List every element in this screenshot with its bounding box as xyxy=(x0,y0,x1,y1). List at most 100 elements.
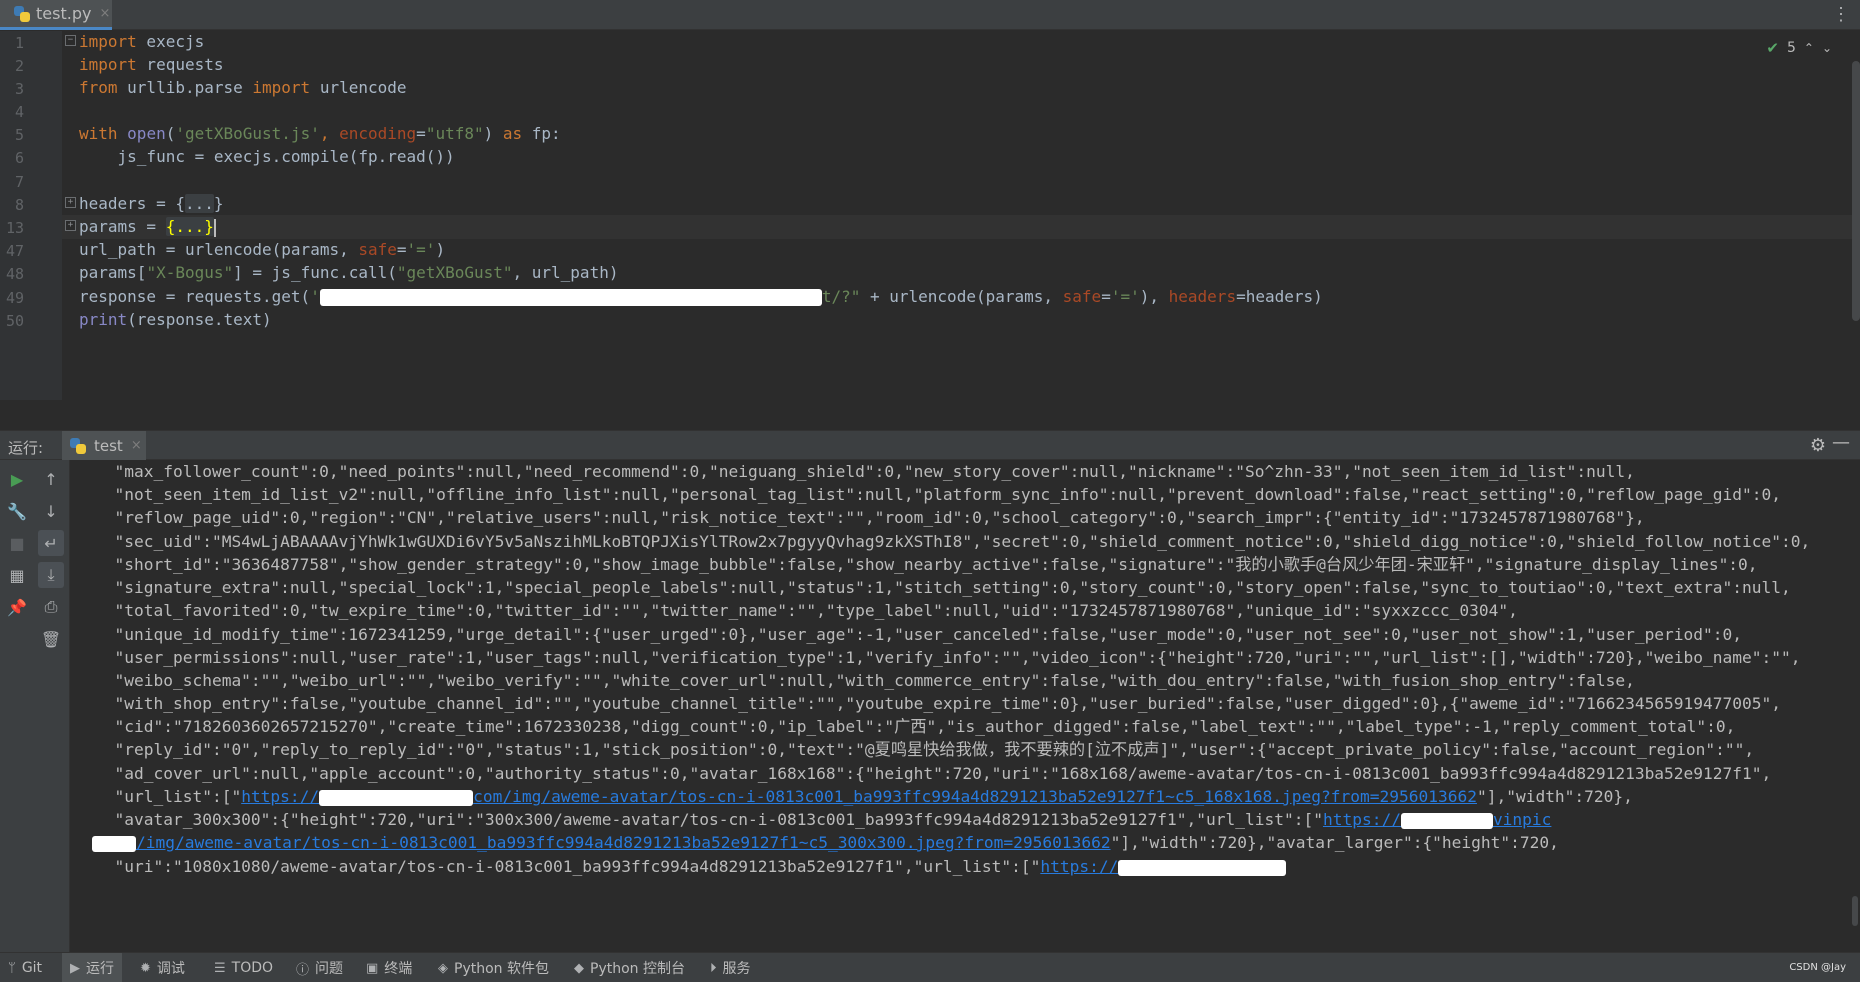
console-line: "sec_uid":"MS4wLjABAAAAvjYhWk1wGUXDi6vY5… xyxy=(95,532,1811,551)
folded-region[interactable]: {...} xyxy=(165,217,214,236)
gear-icon[interactable]: ⚙ xyxy=(1810,435,1826,456)
arrow-up-icon[interactable]: ↑ xyxy=(38,466,64,492)
fold-marker[interactable]: − xyxy=(65,35,76,46)
redacted-url xyxy=(92,835,136,852)
close-icon[interactable]: × xyxy=(99,6,110,21)
list-icon: ☰ xyxy=(214,960,226,976)
console-line: "url_list":["https://com/img/aweme-avata… xyxy=(95,787,1633,806)
stop-icon[interactable]: ■ xyxy=(4,530,30,556)
problems-tool-button[interactable]: ⓘ 问题 xyxy=(288,953,351,982)
console-link[interactable]: https:// xyxy=(241,787,319,806)
inspection-widget[interactable]: ✔ 5 ⌃ ⌄ xyxy=(1766,39,1832,57)
scroll-to-end-icon[interactable]: ⤓ xyxy=(38,562,64,588)
csdn-watermark: CSDN @Jay xyxy=(1789,962,1846,973)
line-number: 2 xyxy=(14,57,24,75)
current-line-highlight xyxy=(62,215,1860,239)
wrench-icon[interactable]: 🔧 xyxy=(4,498,30,524)
close-icon[interactable]: × xyxy=(131,438,142,453)
folded-region[interactable]: ... xyxy=(184,194,214,213)
code-editor[interactable]: 1 2 3 4 5 6 7 8 13 47 48 49 50 − + + imp… xyxy=(0,31,1860,400)
console-line: "reflow_page_uid":0,"region":"CN","relat… xyxy=(95,508,1645,527)
chevron-down-icon[interactable]: ⌄ xyxy=(1822,41,1832,55)
line-number: 13 xyxy=(5,219,24,237)
line-number: 3 xyxy=(14,80,24,98)
debug-tool-button[interactable]: ✹ 调试 xyxy=(132,953,193,982)
terminal-tool-button[interactable]: ▣ 终端 xyxy=(358,953,420,982)
pin-icon[interactable]: 📌 xyxy=(4,594,30,620)
print-icon[interactable]: ⎙ xyxy=(38,594,64,620)
python-file-icon xyxy=(14,5,30,22)
run-toolbar-primary: ▶ 🔧 ■ ▦ 📌 xyxy=(0,460,34,952)
code-line: params = {...} xyxy=(79,217,216,237)
more-vertical-icon[interactable]: ⋮ xyxy=(1832,4,1850,25)
line-number: 50 xyxy=(5,312,24,330)
console-line: "uri":"1080x1080/aweme-avatar/tos-cn-i-0… xyxy=(95,855,1287,878)
redacted-url xyxy=(1118,859,1287,876)
rerun-icon[interactable]: ▶ xyxy=(4,466,30,492)
console-line: "short_id":"3636487758","show_gender_str… xyxy=(95,555,1758,574)
line-number: 6 xyxy=(14,149,24,167)
python-run-icon xyxy=(70,437,86,454)
packages-tool-button[interactable]: ◈ Python 软件包 xyxy=(430,953,557,982)
info-icon: ⓘ xyxy=(296,962,310,978)
run-panel-header: 运行: test × ⚙ — xyxy=(0,430,1860,460)
line-number: 49 xyxy=(5,289,24,307)
console-link[interactable]: com/img/aweme-avatar/tos-cn-i-0813c001_b… xyxy=(473,787,1477,806)
line-number-gutter: 1 2 3 4 5 6 7 8 13 47 48 49 50 xyxy=(0,31,62,400)
bug-icon: ✹ xyxy=(140,960,151,976)
services-play-icon: ⏵ xyxy=(710,960,717,976)
run-panel-label: 运行: xyxy=(8,439,44,457)
console-line: "reply_id":"0","reply_to_reply_id":"0","… xyxy=(95,740,1755,759)
editor-scrollbar[interactable] xyxy=(1852,61,1860,321)
console-line: "avatar_300x300":{"height":720,"uri":"30… xyxy=(95,810,1552,829)
console-link[interactable]: https:// xyxy=(1040,857,1118,876)
git-tool-button[interactable]: ᛘ Git xyxy=(0,953,50,982)
terminal-icon: ▣ xyxy=(366,960,379,976)
line-number: 4 xyxy=(14,103,24,121)
console-line: "signature_extra":null,"special_lock":1,… xyxy=(95,578,1791,597)
console-link[interactable]: https:// xyxy=(1323,810,1401,829)
fold-marker[interactable]: + xyxy=(65,220,76,231)
code-line: from urllib.parse import urlencode xyxy=(79,78,407,97)
run-tool-button[interactable]: ▶ 运行 xyxy=(62,953,122,982)
run-toolbar-secondary: ↑ ↓ ↵ ⤓ ⎙ 🗑 xyxy=(34,460,70,952)
arrow-down-icon[interactable]: ↓ xyxy=(38,498,64,524)
redacted-url xyxy=(1400,812,1493,829)
run-console: ▶ 🔧 ■ ▦ 📌 ↑ ↓ ↵ ⤓ ⎙ 🗑 "max_follower_coun… xyxy=(0,460,1860,952)
run-tab-test[interactable]: test × xyxy=(62,431,146,460)
minimize-icon[interactable]: — xyxy=(1832,432,1850,453)
console-line: "user_permissions":null,"user_rate":1,"u… xyxy=(95,648,1801,667)
redacted-url xyxy=(319,289,822,306)
code-line: with open('getXBoGust.js', encoding="utf… xyxy=(79,124,561,143)
line-number: 7 xyxy=(14,173,24,191)
console-line: /img/aweme-avatar/tos-cn-i-0813c001_ba99… xyxy=(92,831,1559,854)
code-line: import requests xyxy=(79,55,224,74)
layers-icon: ◈ xyxy=(438,960,448,976)
inspection-count: 5 xyxy=(1786,40,1796,56)
console-line: "not_seen_item_id_list_v2":null,"offline… xyxy=(95,485,1782,504)
text-caret xyxy=(213,218,216,237)
console-scrollbar[interactable] xyxy=(1852,896,1858,926)
python-console-tool-button[interactable]: ◆ Python 控制台 xyxy=(566,953,693,982)
tool-window-bar: ᛘ Git ▶ 运行 ✹ 调试 ☰ TODO ⓘ 问题 ▣ 终端 ◈ Python 软件包 ◆… xyxy=(0,952,1860,982)
code-line: print(response.text) xyxy=(79,310,272,329)
code-line: response = requests.get(' t/?" + urlencod… xyxy=(79,287,1323,306)
editor-tab-test-py[interactable]: test.py × xyxy=(0,0,112,30)
console-line: "with_shop_entry":false,"youtube_channel… xyxy=(95,694,1782,713)
todo-tool-button[interactable]: ☰ TODO xyxy=(206,953,281,982)
trash-icon[interactable]: 🗑 xyxy=(38,626,64,652)
console-line: "total_favorited":0,"tw_expire_time":0,"… xyxy=(95,601,1518,620)
layout-icon[interactable]: ▦ xyxy=(4,562,30,588)
soft-wrap-icon[interactable]: ↵ xyxy=(38,530,64,556)
line-number: 8 xyxy=(14,196,24,214)
console-link[interactable]: vinpic xyxy=(1493,810,1551,829)
console-link[interactable]: /img/aweme-avatar/tos-cn-i-0813c001_ba99… xyxy=(136,833,1111,852)
fold-marker[interactable]: + xyxy=(65,197,76,208)
console-line: "ad_cover_url":null,"apple_account":0,"a… xyxy=(95,764,1772,783)
code-line: params["X-Bogus"] = js_func.call("getXBo… xyxy=(79,263,619,282)
line-number: 5 xyxy=(14,126,24,144)
services-tool-button[interactable]: ⏵ 服务 xyxy=(702,953,759,982)
editor-tab-bar: test.py × ⋮ xyxy=(0,0,1860,30)
run-tab-label: test xyxy=(94,436,123,455)
chevron-up-icon[interactable]: ⌃ xyxy=(1804,41,1814,55)
